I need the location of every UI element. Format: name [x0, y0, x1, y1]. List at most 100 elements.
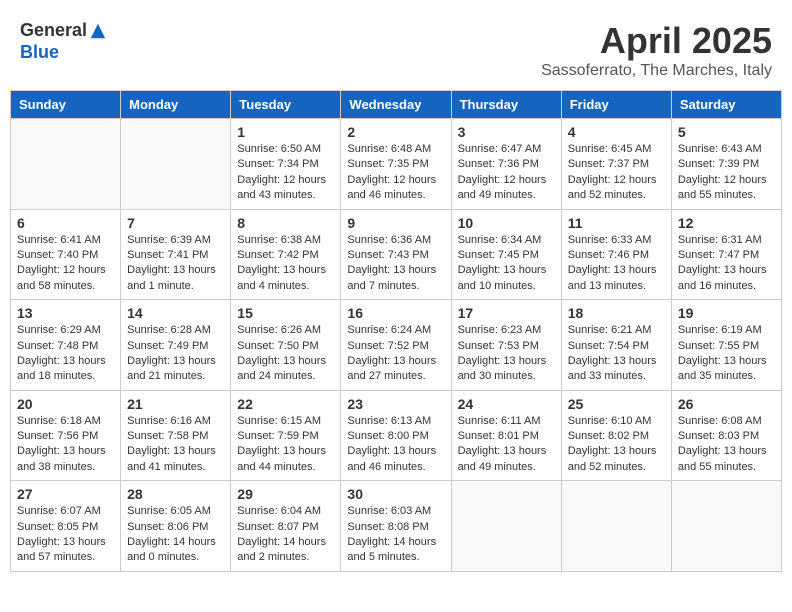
- calendar-cell: 20 Sunrise: 6:18 AM Sunset: 7:56 PM Dayli…: [11, 390, 121, 481]
- logo: General Blue: [20, 20, 107, 63]
- day-number: 13: [17, 305, 114, 321]
- day-number: 29: [237, 486, 334, 502]
- day-number: 30: [347, 486, 444, 502]
- logo-blue: Blue: [20, 42, 59, 63]
- weekday-header-row: SundayMondayTuesdayWednesdayThursdayFrid…: [11, 91, 782, 119]
- weekday-header-wednesday: Wednesday: [341, 91, 451, 119]
- day-info: Sunrise: 6:13 AM Sunset: 8:00 PM Dayligh…: [347, 414, 444, 476]
- day-number: 23: [347, 396, 444, 412]
- title-area: April 2025 Sassoferrato, The Marches, It…: [541, 20, 772, 80]
- day-info: Sunrise: 6:33 AM Sunset: 7:46 PM Dayligh…: [568, 233, 665, 295]
- day-number: 26: [678, 396, 775, 412]
- day-info: Sunrise: 6:47 AM Sunset: 7:36 PM Dayligh…: [458, 142, 555, 204]
- calendar-cell: 26 Sunrise: 6:08 AM Sunset: 8:03 PM Dayli…: [671, 390, 781, 481]
- page-header: General Blue April 2025 Sassoferrato, Th…: [10, 10, 782, 85]
- calendar-cell: 3 Sunrise: 6:47 AM Sunset: 7:36 PM Daylig…: [451, 119, 561, 210]
- day-info: Sunrise: 6:18 AM Sunset: 7:56 PM Dayligh…: [17, 414, 114, 476]
- day-number: 2: [347, 124, 444, 140]
- calendar-cell: [671, 481, 781, 572]
- day-number: 6: [17, 215, 114, 231]
- calendar-cell: 11Sunrise: 6:33 AM Sunset: 7:46 PM Dayli…: [561, 209, 671, 300]
- day-number: 15: [237, 305, 334, 321]
- day-number: 20: [17, 396, 114, 412]
- weekday-header-sunday: Sunday: [11, 91, 121, 119]
- calendar-cell: 7Sunrise: 6:39 AM Sunset: 7:41 PM Daylig…: [121, 209, 231, 300]
- calendar-cell: 4Sunrise: 6:45 AM Sunset: 7:37 PM Daylig…: [561, 119, 671, 210]
- day-info: Sunrise: 6:26 AM Sunset: 7:50 PM Dayligh…: [237, 323, 334, 385]
- day-number: 27: [17, 486, 114, 502]
- day-number: 17: [458, 305, 555, 321]
- week-row-4: 20 Sunrise: 6:18 AM Sunset: 7:56 PM Dayli…: [11, 390, 782, 481]
- day-number: 8: [237, 215, 334, 231]
- weekday-header-thursday: Thursday: [451, 91, 561, 119]
- day-info: Sunrise: 6:28 AM Sunset: 7:49 PM Dayligh…: [127, 323, 224, 385]
- calendar-cell: 5 Sunrise: 6:43 AM Sunset: 7:39 PM Daylig…: [671, 119, 781, 210]
- day-number: 3: [458, 124, 555, 140]
- day-info: Sunrise: 6:34 AM Sunset: 7:45 PM Dayligh…: [458, 233, 555, 295]
- calendar-cell: 8 Sunrise: 6:38 AM Sunset: 7:42 PM Daylig…: [231, 209, 341, 300]
- calendar-cell: 1 Sunrise: 6:50 AM Sunset: 7:34 PM Daylig…: [231, 119, 341, 210]
- day-info: Sunrise: 6:36 AM Sunset: 7:43 PM Dayligh…: [347, 233, 444, 295]
- day-info: Sunrise: 6:41 AM Sunset: 7:40 PM Dayligh…: [17, 233, 114, 295]
- calendar-table: SundayMondayTuesdayWednesdayThursdayFrid…: [10, 90, 782, 572]
- day-info: Sunrise: 6:39 AM Sunset: 7:41 PM Dayligh…: [127, 233, 224, 295]
- calendar-cell: [11, 119, 121, 210]
- day-number: 1: [237, 124, 334, 140]
- day-info: Sunrise: 6:43 AM Sunset: 7:39 PM Dayligh…: [678, 142, 775, 204]
- calendar-cell: [121, 119, 231, 210]
- calendar-cell: 23 Sunrise: 6:13 AM Sunset: 8:00 PM Dayli…: [341, 390, 451, 481]
- day-info: Sunrise: 6:48 AM Sunset: 7:35 PM Dayligh…: [347, 142, 444, 204]
- day-info: Sunrise: 6:24 AM Sunset: 7:52 PM Dayligh…: [347, 323, 444, 385]
- calendar-cell: 6 Sunrise: 6:41 AM Sunset: 7:40 PM Daylig…: [11, 209, 121, 300]
- day-number: 16: [347, 305, 444, 321]
- calendar-cell: [451, 481, 561, 572]
- calendar-cell: 12 Sunrise: 6:31 AM Sunset: 7:47 PM Dayli…: [671, 209, 781, 300]
- calendar-cell: 15 Sunrise: 6:26 AM Sunset: 7:50 PM Dayli…: [231, 300, 341, 391]
- day-info: Sunrise: 6:50 AM Sunset: 7:34 PM Dayligh…: [237, 142, 334, 204]
- day-info: Sunrise: 6:16 AM Sunset: 7:58 PM Dayligh…: [127, 414, 224, 476]
- day-number: 12: [678, 215, 775, 231]
- weekday-header-tuesday: Tuesday: [231, 91, 341, 119]
- day-info: Sunrise: 6:38 AM Sunset: 7:42 PM Dayligh…: [237, 233, 334, 295]
- calendar-cell: 22Sunrise: 6:15 AM Sunset: 7:59 PM Dayli…: [231, 390, 341, 481]
- day-number: 18: [568, 305, 665, 321]
- calendar-cell: 27Sunrise: 6:07 AM Sunset: 8:05 PM Dayli…: [11, 481, 121, 572]
- day-number: 5: [678, 124, 775, 140]
- calendar-cell: 2 Sunrise: 6:48 AM Sunset: 7:35 PM Daylig…: [341, 119, 451, 210]
- day-info: Sunrise: 6:19 AM Sunset: 7:55 PM Dayligh…: [678, 323, 775, 385]
- calendar-cell: 17 Sunrise: 6:23 AM Sunset: 7:53 PM Dayli…: [451, 300, 561, 391]
- day-info: Sunrise: 6:08 AM Sunset: 8:03 PM Dayligh…: [678, 414, 775, 476]
- day-info: Sunrise: 6:23 AM Sunset: 7:53 PM Dayligh…: [458, 323, 555, 385]
- calendar-cell: 29 Sunrise: 6:04 AM Sunset: 8:07 PM Dayli…: [231, 481, 341, 572]
- day-info: Sunrise: 6:10 AM Sunset: 8:02 PM Dayligh…: [568, 414, 665, 476]
- calendar-cell: [561, 481, 671, 572]
- day-number: 19: [678, 305, 775, 321]
- day-info: Sunrise: 6:04 AM Sunset: 8:07 PM Dayligh…: [237, 504, 334, 566]
- day-info: Sunrise: 6:05 AM Sunset: 8:06 PM Dayligh…: [127, 504, 224, 566]
- day-number: 28: [127, 486, 224, 502]
- day-info: Sunrise: 6:29 AM Sunset: 7:48 PM Dayligh…: [17, 323, 114, 385]
- calendar-cell: 14 Sunrise: 6:28 AM Sunset: 7:49 PM Dayli…: [121, 300, 231, 391]
- calendar-cell: 21Sunrise: 6:16 AM Sunset: 7:58 PM Dayli…: [121, 390, 231, 481]
- day-number: 10: [458, 215, 555, 231]
- day-info: Sunrise: 6:03 AM Sunset: 8:08 PM Dayligh…: [347, 504, 444, 566]
- week-row-5: 27Sunrise: 6:07 AM Sunset: 8:05 PM Dayli…: [11, 481, 782, 572]
- calendar-cell: 18 Sunrise: 6:21 AM Sunset: 7:54 PM Dayli…: [561, 300, 671, 391]
- day-info: Sunrise: 6:21 AM Sunset: 7:54 PM Dayligh…: [568, 323, 665, 385]
- week-row-1: 1 Sunrise: 6:50 AM Sunset: 7:34 PM Daylig…: [11, 119, 782, 210]
- day-number: 24: [458, 396, 555, 412]
- day-info: Sunrise: 6:15 AM Sunset: 7:59 PM Dayligh…: [237, 414, 334, 476]
- logo-general: General: [20, 20, 87, 40]
- calendar-cell: 13 Sunrise: 6:29 AM Sunset: 7:48 PM Dayli…: [11, 300, 121, 391]
- day-number: 14: [127, 305, 224, 321]
- calendar-cell: 24Sunrise: 6:11 AM Sunset: 8:01 PM Dayli…: [451, 390, 561, 481]
- calendar-cell: 28 Sunrise: 6:05 AM Sunset: 8:06 PM Dayli…: [121, 481, 231, 572]
- calendar-cell: 9 Sunrise: 6:36 AM Sunset: 7:43 PM Daylig…: [341, 209, 451, 300]
- location-subtitle: Sassoferrato, The Marches, Italy: [541, 62, 772, 80]
- day-info: Sunrise: 6:45 AM Sunset: 7:37 PM Dayligh…: [568, 142, 665, 204]
- week-row-2: 6 Sunrise: 6:41 AM Sunset: 7:40 PM Daylig…: [11, 209, 782, 300]
- calendar-cell: 16 Sunrise: 6:24 AM Sunset: 7:52 PM Dayli…: [341, 300, 451, 391]
- day-number: 9: [347, 215, 444, 231]
- logo-icon: [89, 22, 107, 40]
- day-info: Sunrise: 6:31 AM Sunset: 7:47 PM Dayligh…: [678, 233, 775, 295]
